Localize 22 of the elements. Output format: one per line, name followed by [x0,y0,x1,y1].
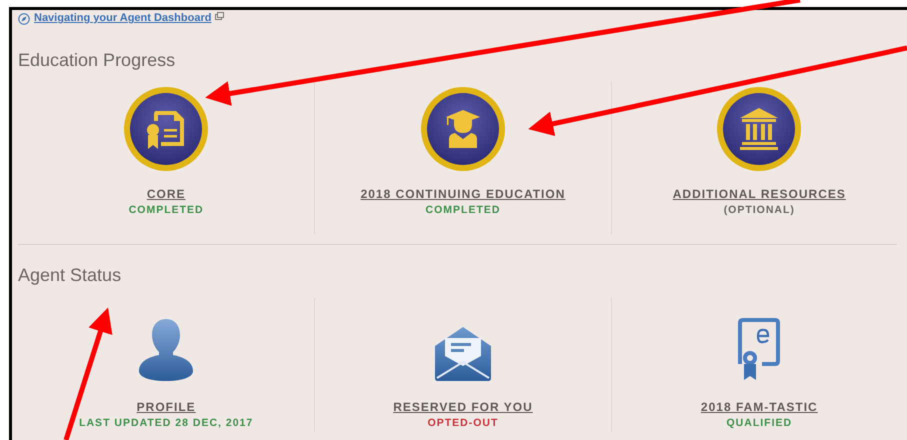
tile-link[interactable]: 2018 CONTINUING EDUCATION [360,184,566,203]
open-envelope-icon [434,326,492,382]
external-window-icon [215,12,224,20]
certificate-medal-icon [123,86,210,172]
section-heading: Education Progress [18,50,176,72]
status-label: COMPLETED [128,202,204,218]
person-icon [138,318,194,382]
building-medal-icon [716,86,802,172]
compass-icon [18,12,30,24]
section-heading: Agent Status [18,264,122,286]
tile-link[interactable]: CORE [146,184,186,203]
tile-link[interactable]: PROFILE [136,398,196,416]
help-link[interactable]: Navigating your Agent Dashboard [34,10,212,27]
status-label: OPTED-OUT [428,416,498,432]
status-label: (OPTIONAL) [724,202,795,218]
tile-link[interactable]: ADDITIONAL RESOURCES [672,184,846,203]
status-label: QUALIFIED [726,416,792,432]
tile-link[interactable]: 2018 FAM-TASTIC [700,398,818,416]
graduate-medal-icon [420,86,506,172]
status-label: LAST UPDATED 28 DEC, 2017 [79,416,254,432]
status-label: COMPLETED [426,202,500,218]
tile-link[interactable]: RESERVED FOR YOU [393,398,533,416]
